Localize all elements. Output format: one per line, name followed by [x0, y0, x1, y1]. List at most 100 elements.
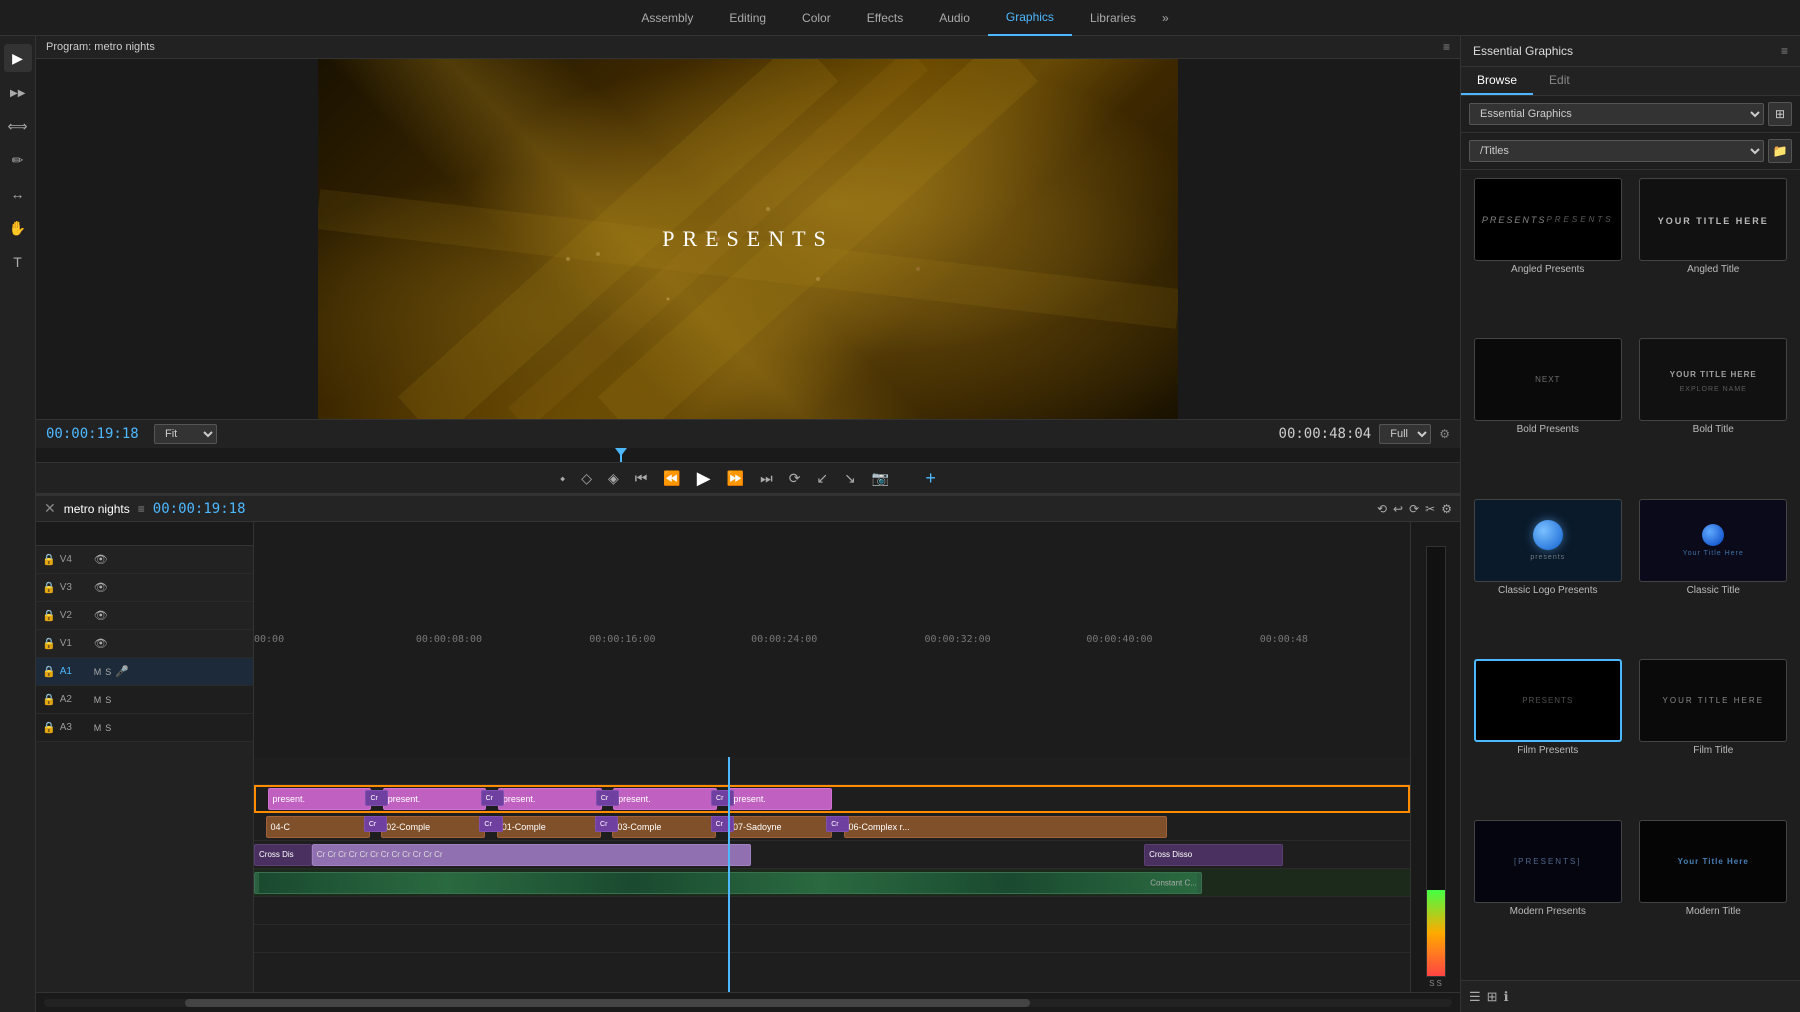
timeline-menu[interactable]: ≡: [138, 502, 145, 516]
graphics-dropdown[interactable]: Essential Graphics: [1469, 103, 1764, 125]
v2-cross-4[interactable]: Cr: [711, 816, 734, 832]
ripple-tool[interactable]: ⟺: [4, 112, 32, 140]
v2-clip-1[interactable]: 04-C: [266, 816, 370, 838]
panel-icon-folder[interactable]: 📁: [1768, 139, 1792, 163]
template-modern-title[interactable]: Your Title Here Modern Title: [1635, 820, 1793, 972]
scrubber-track[interactable]: [36, 448, 1460, 462]
v2-clip-3[interactable]: 01-Comple: [497, 816, 601, 838]
timeline-tool-3[interactable]: ⟳: [1409, 502, 1419, 516]
slip-tool[interactable]: ↔: [4, 180, 32, 208]
v4-visibility[interactable]: 👁: [94, 553, 108, 566]
template-classic-title[interactable]: Your Title Here Classic Title: [1635, 499, 1793, 651]
track-select-tool[interactable]: ▶▶: [4, 78, 32, 106]
v1-clip-crossdisso[interactable]: Cross Disso: [1144, 844, 1283, 866]
panel-info[interactable]: ℹ: [1504, 989, 1509, 1005]
panel-icon-search[interactable]: ⊞: [1768, 102, 1792, 126]
v2-clip-6[interactable]: 06-Complex r...: [844, 816, 1168, 838]
panel-menu-icon[interactable]: ≡: [1781, 44, 1788, 58]
a2-s[interactable]: S: [105, 695, 111, 705]
timeline-tool-1[interactable]: ⟲: [1377, 502, 1387, 516]
v3-cross-1[interactable]: Cr: [365, 790, 388, 806]
v3-cross-4[interactable]: Cr: [711, 790, 734, 806]
template-film-title[interactable]: YOUR TITLE HERE Film Title: [1635, 659, 1793, 811]
play-button[interactable]: ▶: [693, 468, 715, 489]
template-film-presents[interactable]: PRESENTS Film Presents: [1469, 659, 1627, 811]
v2-clip-5[interactable]: 07-Sadoyne: [728, 816, 832, 838]
panel-list-view[interactable]: ☰: [1469, 989, 1481, 1005]
template-classic-logo[interactable]: presents Classic Logo Presents: [1469, 499, 1627, 651]
v3-lock[interactable]: 🔒: [42, 581, 56, 594]
v3-cross-3[interactable]: Cr: [596, 790, 619, 806]
timeline-tool-2[interactable]: ↩: [1393, 502, 1403, 516]
timeline-close[interactable]: ✕: [44, 500, 56, 517]
go-to-in-button[interactable]: ⏮: [631, 470, 652, 487]
a1-s[interactable]: S: [105, 667, 111, 677]
monitor-menu-icon[interactable]: ≡: [1443, 40, 1450, 54]
template-angled-presents[interactable]: PRESENTS Angled Presents: [1469, 178, 1627, 330]
v3-cross-2[interactable]: Cr: [481, 790, 504, 806]
nav-color[interactable]: Color: [784, 0, 849, 36]
v4-lock[interactable]: 🔒: [42, 553, 56, 566]
template-angled-title[interactable]: YOUR TITLE HERE Angled Title: [1635, 178, 1793, 330]
a3-lock[interactable]: 🔒: [42, 721, 56, 734]
go-to-out-button[interactable]: ⏭: [756, 470, 777, 487]
v2-lock[interactable]: 🔒: [42, 609, 56, 622]
add-button[interactable]: +: [921, 468, 940, 489]
timeline-tool-4[interactable]: ✂: [1425, 502, 1435, 516]
scrubber-bar[interactable]: [36, 448, 1460, 462]
a2-m[interactable]: M: [94, 695, 102, 705]
mark-cut-button[interactable]: ◇: [577, 470, 596, 487]
template-bold-title[interactable]: YOUR TITLE HERE EXPLORE NAME Bold Title: [1635, 338, 1793, 490]
tab-browse[interactable]: Browse: [1461, 67, 1533, 95]
nav-graphics[interactable]: Graphics: [988, 0, 1072, 36]
v3-visibility[interactable]: 👁: [94, 581, 108, 594]
v3-clip-4[interactable]: present.: [613, 788, 717, 810]
template-modern-presents[interactable]: [PRESENTS] Modern Presents: [1469, 820, 1627, 972]
full-quality-select[interactable]: Full 1/2 1/4: [1379, 424, 1431, 444]
fit-select[interactable]: Fit 25% 50% 100%: [154, 424, 217, 444]
a2-lock[interactable]: 🔒: [42, 693, 56, 706]
nav-effects[interactable]: Effects: [849, 0, 921, 36]
a1-mic[interactable]: 🎤: [115, 665, 129, 678]
v3-clip-3[interactable]: present.: [498, 788, 602, 810]
tab-edit[interactable]: Edit: [1533, 67, 1586, 95]
v3-clip-5[interactable]: present.: [728, 788, 832, 810]
a1-clip[interactable]: Constant C...: [254, 872, 1202, 894]
mark-out-button[interactable]: ◈: [604, 470, 623, 487]
overwrite-button[interactable]: ↘: [840, 470, 860, 487]
a3-m[interactable]: M: [94, 723, 102, 733]
a1-lock[interactable]: 🔒: [42, 665, 56, 678]
nav-audio[interactable]: Audio: [921, 0, 988, 36]
v1-lock[interactable]: 🔒: [42, 637, 56, 650]
camera-button[interactable]: 📷: [868, 470, 893, 487]
v2-clip-2[interactable]: 02-Comple: [381, 816, 485, 838]
panel-grid-view[interactable]: ⊞: [1487, 989, 1498, 1005]
v2-cross-2[interactable]: Cr: [479, 816, 502, 832]
v2-clip-4[interactable]: 03-Comple: [612, 816, 716, 838]
nav-libraries[interactable]: Libraries: [1072, 0, 1154, 36]
v2-cross-5[interactable]: Cr: [826, 816, 849, 832]
timeline-scrollbar[interactable]: [44, 999, 1452, 1007]
loop-button[interactable]: ⟳: [785, 470, 805, 487]
insert-button[interactable]: ↙: [812, 470, 832, 487]
pen-tool[interactable]: ✏: [4, 146, 32, 174]
text-tool[interactable]: T: [4, 248, 32, 276]
timeline-tool-5[interactable]: ⚙: [1441, 502, 1452, 516]
select-tool[interactable]: ▶: [4, 44, 32, 72]
path-dropdown[interactable]: /Titles: [1469, 140, 1764, 162]
v1-clip-1[interactable]: Cr Cr Cr Cr Cr Cr Cr Cr Cr Cr Cr Cr: [312, 844, 751, 866]
v2-visibility[interactable]: 👁: [94, 609, 108, 622]
step-back-button[interactable]: ⏪: [659, 470, 684, 487]
v3-clip-1[interactable]: present.: [268, 788, 372, 810]
v1-visibility[interactable]: 👁: [94, 637, 108, 650]
nav-editing[interactable]: Editing: [711, 0, 784, 36]
template-bold-presents[interactable]: NEXT Bold Presents: [1469, 338, 1627, 490]
settings-icon[interactable]: ⚙: [1439, 427, 1450, 441]
a1-m[interactable]: M: [94, 667, 102, 677]
v1-clip-crossdis[interactable]: Cross Dis: [254, 844, 312, 866]
v3-clip-2[interactable]: present.: [383, 788, 487, 810]
v2-cross-1[interactable]: Cr: [364, 816, 387, 832]
nav-more-button[interactable]: »: [1154, 11, 1177, 25]
mark-in-button[interactable]: ⬩: [556, 470, 569, 487]
hand-tool[interactable]: ✋: [4, 214, 32, 242]
